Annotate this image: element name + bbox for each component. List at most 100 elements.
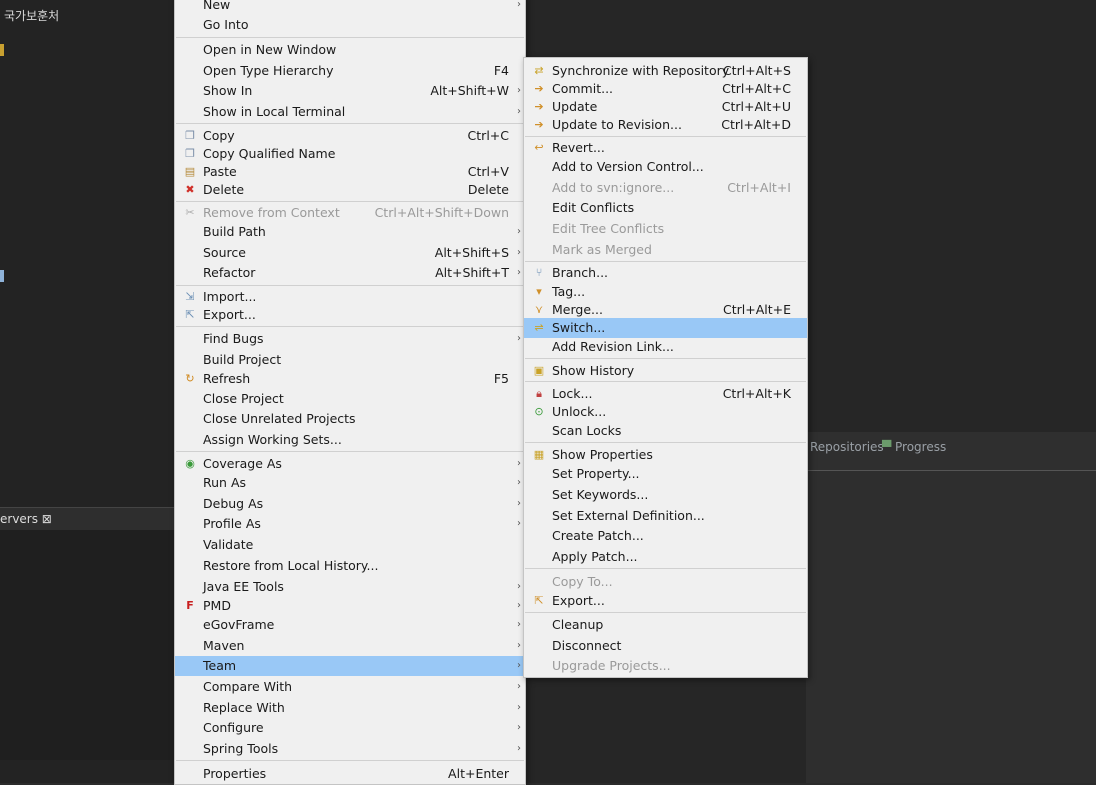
menu-item-label: Copy Qualified Name	[203, 146, 336, 161]
menu-item-assign-working-sets[interactable]: Assign Working Sets...	[175, 430, 525, 450]
menu-item-label: Compare With	[203, 679, 293, 694]
menu-item-close-unrelated[interactable]: Close Unrelated Projects	[175, 409, 525, 429]
menu-item-open-new-window[interactable]: Open in New Window	[175, 40, 525, 60]
menu-item-label: Copy To...	[552, 574, 613, 589]
menu-item-refresh[interactable]: ↻ Refresh F5	[175, 369, 525, 389]
menu-item-remove-from-context[interactable]: ✂ Remove from Context Ctrl+Alt+Shift+Down	[175, 203, 525, 223]
menu-item-label: Scan Locks	[552, 423, 622, 438]
team-update-to-revision[interactable]: ➔ Update to Revision... Ctrl+Alt+D	[524, 115, 807, 135]
menu-item-go-into[interactable]: Go Into	[175, 15, 525, 35]
menu-item-profile-as[interactable]: Profile As ›	[175, 514, 525, 534]
menu-item-compare-with[interactable]: Compare With ›	[175, 677, 525, 697]
team-mark-as-merged[interactable]: Mark as Merged	[524, 240, 807, 260]
menu-item-label: Show In	[203, 83, 253, 98]
menu-item-label: Java EE Tools	[203, 579, 284, 594]
menu-item-delete[interactable]: ✖ Delete Delete	[175, 180, 525, 200]
menu-item-export[interactable]: ⇱ Export...	[175, 305, 525, 325]
menu-item-shortcut: F5	[493, 371, 509, 386]
update-icon: ➔	[534, 100, 544, 113]
team-unlock[interactable]: ⊙ Unlock...	[524, 402, 807, 422]
menu-item-coverage-as[interactable]: ◉ Coverage As ›	[175, 454, 525, 474]
menu-item-label: Branch...	[552, 265, 609, 280]
team-lock[interactable]: 🔒︎ Lock... Ctrl+Alt+K	[524, 384, 807, 404]
team-export[interactable]: ⇱ Export...	[524, 591, 807, 611]
context-menu: New › Go Into Open in New Window Open Typ…	[174, 0, 526, 785]
paste-icon: ▤	[184, 165, 196, 178]
team-create-patch[interactable]: Create Patch...	[524, 526, 807, 546]
team-edit-tree-conflicts[interactable]: Edit Tree Conflicts	[524, 219, 807, 239]
menu-item-validate[interactable]: Validate	[175, 535, 525, 555]
menu-item-restore-local-history[interactable]: Restore from Local History...	[175, 556, 525, 576]
menu-item-copy-qualified-name[interactable]: ❐ Copy Qualified Name	[175, 144, 525, 164]
team-set-property[interactable]: Set Property...	[524, 464, 807, 484]
team-synchronize[interactable]: ⇄ Synchronize with Repository Ctrl+Alt+S	[524, 61, 807, 81]
team-cleanup[interactable]: Cleanup	[524, 615, 807, 635]
menu-item-configure[interactable]: Configure ›	[175, 718, 525, 738]
team-switch[interactable]: ⇌ Switch...	[524, 318, 807, 338]
menu-item-copy[interactable]: ❐ Copy Ctrl+C	[175, 126, 525, 146]
menu-item-shortcut: F4	[493, 63, 509, 78]
menu-item-label: Disconnect	[552, 638, 622, 653]
team-set-external-definition[interactable]: Set External Definition...	[524, 506, 807, 526]
menu-item-maven[interactable]: Maven ›	[175, 636, 525, 656]
menu-item-show-in[interactable]: Show In Alt+Shift+W ›	[175, 81, 525, 101]
team-scan-locks[interactable]: Scan Locks	[524, 421, 807, 441]
menu-item-properties[interactable]: Properties Alt+Enter	[175, 764, 525, 784]
team-commit[interactable]: ➔ Commit... Ctrl+Alt+C	[524, 79, 807, 99]
team-add-revision-link[interactable]: Add Revision Link...	[524, 337, 807, 357]
menu-item-team[interactable]: Team ›	[175, 656, 525, 676]
menu-item-label: Show Properties	[552, 447, 653, 462]
menu-item-source[interactable]: Source Alt+Shift+S ›	[175, 243, 525, 263]
team-disconnect[interactable]: Disconnect	[524, 636, 807, 656]
menu-item-close-project[interactable]: Close Project	[175, 389, 525, 409]
team-set-keywords[interactable]: Set Keywords...	[524, 485, 807, 505]
chevron-right-icon: ›	[517, 640, 521, 651]
menu-item-refactor[interactable]: Refactor Alt+Shift+T ›	[175, 263, 525, 283]
tab-repositories[interactable]: Repositories	[810, 440, 884, 454]
menu-item-debug-as[interactable]: Debug As ›	[175, 494, 525, 514]
team-add-version-control[interactable]: Add to Version Control...	[524, 157, 807, 177]
menu-item-replace-with[interactable]: Replace With ›	[175, 698, 525, 718]
team-update[interactable]: ➔ Update Ctrl+Alt+U	[524, 97, 807, 117]
menu-item-open-type-hierarchy[interactable]: Open Type Hierarchy F4	[175, 61, 525, 81]
tab-progress[interactable]: Progress	[895, 440, 946, 454]
team-edit-conflicts[interactable]: Edit Conflicts	[524, 198, 807, 218]
menu-item-show-local-terminal[interactable]: Show in Local Terminal ›	[175, 102, 525, 122]
menu-item-java-ee-tools[interactable]: Java EE Tools ›	[175, 577, 525, 597]
menu-item-label: Refactor	[203, 265, 256, 280]
menu-item-find-bugs[interactable]: Find Bugs ›	[175, 329, 525, 349]
servers-view-tab[interactable]: ervers ⊠	[0, 507, 176, 530]
menu-item-import[interactable]: ⇲ Import...	[175, 287, 525, 307]
team-tag[interactable]: ▾ Tag...	[524, 282, 807, 302]
team-revert[interactable]: ↩ Revert...	[524, 138, 807, 158]
team-show-history[interactable]: ▣ Show History	[524, 361, 807, 381]
chevron-right-icon: ›	[517, 247, 521, 258]
team-show-properties[interactable]: ▦ Show Properties	[524, 445, 807, 465]
menu-item-paste[interactable]: ▤ Paste Ctrl+V	[175, 162, 525, 182]
team-branch[interactable]: ⑂ Branch...	[524, 263, 807, 283]
tree-marker	[0, 270, 4, 282]
team-add-svn-ignore[interactable]: Add to svn:ignore... Ctrl+Alt+I	[524, 178, 807, 198]
status-bar	[0, 762, 176, 783]
menu-item-label: Revert...	[552, 140, 605, 155]
refresh-icon: ↻	[185, 372, 195, 385]
tree-item[interactable]: 국가보훈처	[4, 7, 59, 24]
menu-item-run-as[interactable]: Run As ›	[175, 473, 525, 493]
team-copy-to[interactable]: Copy To...	[524, 572, 807, 592]
menu-separator	[525, 136, 806, 137]
menu-separator	[176, 37, 524, 38]
chevron-right-icon: ›	[517, 267, 521, 278]
menu-item-new[interactable]: New ›	[175, 0, 525, 15]
menu-item-pmd[interactable]: F PMD ›	[175, 596, 525, 616]
menu-item-label: Edit Tree Conflicts	[552, 221, 665, 236]
team-merge[interactable]: ⋎ Merge... Ctrl+Alt+E	[524, 300, 807, 320]
team-upgrade-projects[interactable]: Upgrade Projects...	[524, 656, 807, 676]
menu-item-spring-tools[interactable]: Spring Tools ›	[175, 739, 525, 759]
menu-item-egovframe[interactable]: eGovFrame ›	[175, 615, 525, 635]
team-apply-patch[interactable]: Apply Patch...	[524, 547, 807, 567]
chevron-right-icon: ›	[517, 0, 521, 10]
menu-item-build-path[interactable]: Build Path ›	[175, 222, 525, 242]
menu-item-build-project[interactable]: Build Project	[175, 350, 525, 370]
menu-item-label: Source	[203, 245, 246, 260]
menu-item-shortcut: Ctrl+Alt+C	[722, 81, 791, 96]
